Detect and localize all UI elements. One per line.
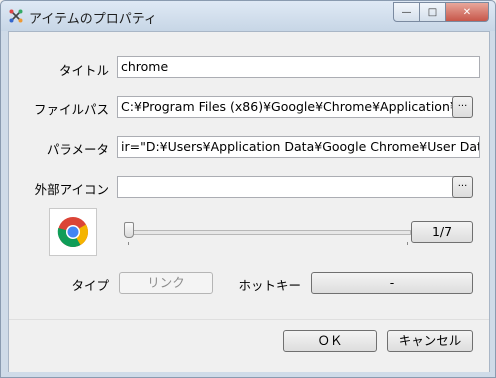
parameter-input[interactable]: ir="D:¥Users¥Application Data¥Google Chr… bbox=[117, 136, 480, 158]
ok-button[interactable]: ＯＫ bbox=[283, 330, 377, 352]
icon-index-slider-track[interactable] bbox=[124, 230, 411, 235]
chrome-icon bbox=[57, 217, 89, 248]
icon-index-button[interactable]: 1/7 bbox=[411, 221, 473, 243]
type-label: タイプ bbox=[71, 278, 109, 293]
close-icon: ✕ bbox=[462, 6, 472, 18]
icon-preview bbox=[49, 208, 97, 256]
external-icon-browse-button[interactable]: ... bbox=[452, 176, 473, 198]
title-input[interactable]: chrome bbox=[117, 56, 480, 78]
properties-window: アイテムのプロパティ — □ ✕ タイトル chrome ファイルパス C:¥P… bbox=[0, 0, 496, 378]
window-controls: — □ ✕ bbox=[393, 2, 489, 22]
external-icon-input[interactable] bbox=[117, 176, 455, 198]
minimize-icon: — bbox=[401, 6, 412, 18]
button-bar: ＯＫ キャンセル bbox=[9, 319, 489, 372]
title-bar[interactable]: アイテムのプロパティ — □ ✕ bbox=[1, 1, 495, 31]
slider-tick bbox=[407, 242, 408, 245]
icon-index-slider-thumb[interactable] bbox=[124, 222, 134, 238]
parameter-label: パラメータ bbox=[46, 142, 109, 157]
file-path-label: ファイルパス bbox=[33, 102, 109, 117]
maximize-icon: □ bbox=[427, 6, 438, 18]
file-path-browse-button[interactable]: ... bbox=[452, 96, 473, 118]
hotkey-label: ホットキー bbox=[238, 278, 301, 293]
title-label: タイトル bbox=[58, 63, 109, 78]
hotkey-field[interactable]: - bbox=[311, 272, 473, 294]
external-icon-label: 外部アイコン bbox=[34, 182, 109, 197]
maximize-button[interactable]: □ bbox=[420, 2, 446, 22]
cancel-button[interactable]: キャンセル bbox=[387, 330, 473, 352]
window-title: アイテムのプロパティ bbox=[29, 12, 157, 27]
app-icon bbox=[9, 9, 23, 23]
dialog-body: タイトル chrome ファイルパス C:¥Program Files (x86… bbox=[8, 31, 490, 372]
file-path-input[interactable]: C:¥Program Files (x86)¥Google¥Chrome¥App… bbox=[117, 96, 455, 118]
close-button[interactable]: ✕ bbox=[446, 2, 489, 22]
minimize-button[interactable]: — bbox=[393, 2, 420, 22]
type-button[interactable]: リンク bbox=[119, 272, 213, 294]
slider-tick bbox=[128, 242, 129, 245]
